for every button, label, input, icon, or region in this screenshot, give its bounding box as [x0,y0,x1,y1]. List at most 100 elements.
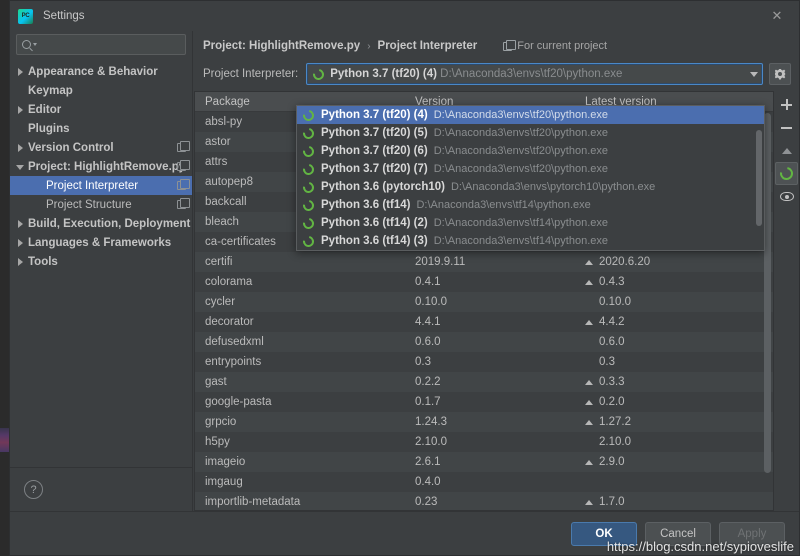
python-interpreter-icon [300,215,317,231]
breadcrumb: Project: HighlightRemove.py › Project In… [193,31,799,61]
sidebar-item-tools[interactable]: Tools [10,252,192,271]
sidebar-item-project-structure[interactable]: Project Structure [10,195,192,214]
settings-tree: Appearance & Behavior Keymap Editor Plugins… [10,61,192,467]
sidebar-item-appearance-behavior[interactable]: Appearance & Behavior [10,62,192,81]
plus-button[interactable] [775,93,798,116]
eye-button[interactable] [775,185,798,208]
close-icon[interactable]: ✕ [755,1,799,31]
python-interpreter-icon [311,66,327,82]
dropdown-option[interactable]: Python 3.6 (tf14) D:\Anaconda3\envs\tf14\… [297,196,764,214]
python-interpreter-icon [300,161,317,177]
interpreter-dropdown-list[interactable]: Python 3.7 (tf20) (4) D:\Anaconda3\envs\t… [296,105,765,251]
cell-package: entrypoints [205,356,262,368]
minus-button[interactable] [775,116,798,139]
upgrade-arrow-icon [585,499,593,505]
chevron-down-icon[interactable] [750,71,758,77]
cell-package: cycler [205,296,236,308]
cell-latest-version: 2.10.0 [575,436,773,448]
table-row[interactable]: imgaug 0.4.0 [195,472,773,492]
breadcrumb-page: Project Interpreter [377,40,478,52]
sidebar-item-build-execution-deployment[interactable]: Build, Execution, Deployment [10,214,192,233]
upgrade-arrow-icon [585,399,593,405]
chevron-right-icon[interactable] [16,143,25,152]
dropdown-option-name: Python 3.7 (tf20) (6) [321,145,428,157]
dropdown-option[interactable]: Python 3.7 (tf20) (7) D:\Anaconda3\envs\t… [297,160,764,178]
cell-package: imgaug [205,476,243,488]
python-interpreter-icon [300,125,317,141]
sidebar-item-label: Editor [28,103,62,116]
table-row[interactable]: gast 0.2.2 0.3.3 [195,372,773,392]
breadcrumb-project[interactable]: Project: HighlightRemove.py [203,40,360,52]
for-current-project-note: For current project [503,39,607,52]
chevron-right-icon[interactable] [16,257,25,266]
dialog-title: Settings [43,10,85,22]
dialog-body: Appearance & Behavior Keymap Editor Plugins… [10,31,799,511]
python-interpreter-icon [300,179,317,195]
dropdown-option[interactable]: Python 3.7 (tf20) (6) D:\Anaconda3\envs\t… [297,142,764,160]
dropdown-option-path: D:\Anaconda3\envs\pytorch10\python.exe [450,181,656,193]
cell-package: decorator [205,316,254,328]
table-row[interactable]: entrypoints 0.3 0.3 [195,352,773,372]
dropdown-scrollbar-thumb[interactable] [756,130,762,226]
dropdown-option[interactable]: Python 3.6 (pytorch10) D:\Anaconda3\envs\… [297,178,764,196]
sidebar-item-editor[interactable]: Editor [10,100,192,119]
chevron-right-icon[interactable] [16,219,25,228]
ok-button[interactable]: OK [571,521,637,546]
search-input[interactable] [37,38,183,51]
project-scope-icon [177,141,190,152]
cell-version: 1.24.3 [415,416,447,428]
table-row[interactable]: importlib-metadata 0.23 1.7.0 [195,492,773,510]
dropdown-option[interactable]: Python 3.7 (tf20) (5) D:\Anaconda3\envs\t… [297,124,764,142]
interpreter-combobox[interactable]: Python 3.7 (tf20) (4) D:\Anaconda3\envs\… [306,63,763,85]
table-row[interactable]: imageio 2.6.1 2.9.0 [195,452,773,472]
latest-version-text: 1.27.2 [599,416,631,428]
dropdown-option[interactable]: Python 3.6 (tf14) (2) D:\Anaconda3\envs\t… [297,214,764,232]
table-row[interactable]: google-pasta 0.1.7 0.2.0 [195,392,773,412]
dropdown-option-name: Python 3.6 (tf14) (2) [321,217,428,229]
cell-latest-version: 1.27.2 [575,416,773,428]
table-row[interactable]: decorator 4.4.1 4.4.2 [195,312,773,332]
cell-version: 2019.9.11 [415,256,466,268]
cell-version: 0.23 [415,496,438,508]
cell-version: 0.10.0 [415,296,447,308]
dropdown-option-path: D:\Anaconda3\envs\tf20\python.exe [433,163,609,175]
dropdown-scrollbar[interactable] [756,130,762,246]
chevron-right-icon[interactable] [16,67,25,76]
scrollbar-thumb[interactable] [764,113,771,473]
settings-sidebar: Appearance & Behavior Keymap Editor Plugins… [10,31,193,511]
sidebar-item-project-interpreter[interactable]: Project Interpreter [10,176,192,195]
interpreter-pane: Project: HighlightRemove.py › Project In… [193,31,799,511]
search-box[interactable] [16,34,186,55]
chevron-down-icon[interactable] [16,162,25,171]
interpreter-row: Project Interpreter: Python 3.7 (tf20) (… [193,61,799,87]
apply-button[interactable]: Apply [719,521,785,546]
cancel-button[interactable]: Cancel [645,521,711,546]
python-interpreter-button[interactable] [775,162,798,185]
help-button[interactable]: ? [24,480,43,499]
cell-latest-version: 1.7.0 [575,496,773,508]
sidebar-item-languages-frameworks[interactable]: Languages & Frameworks [10,233,192,252]
dropdown-option[interactable]: Python 3.6 (tf14) (3) D:\Anaconda3\envs\t… [297,232,764,250]
table-row[interactable]: grpcio 1.24.3 1.27.2 [195,412,773,432]
table-row[interactable]: cycler 0.10.0 0.10.0 [195,292,773,312]
chevron-right-icon[interactable] [16,105,25,114]
upgrade-arrow-button[interactable] [775,139,798,162]
table-row[interactable]: certifi 2019.9.11 2020.6.20 [195,252,773,272]
cell-version: 0.1.7 [415,396,441,408]
sidebar-item-plugins[interactable]: Plugins [10,119,192,138]
dialog-titlebar: Settings ✕ [10,1,799,31]
sidebar-item-keymap[interactable]: Keymap [10,81,192,100]
table-row[interactable]: h5py 2.10.0 2.10.0 [195,432,773,452]
table-row[interactable]: defusedxml 0.6.0 0.6.0 [195,332,773,352]
upgrade-arrow-icon [781,147,792,154]
packages-toolbar [774,91,799,511]
pycharm-icon [18,8,33,24]
interpreter-settings-button[interactable] [769,63,791,85]
chevron-right-icon[interactable] [16,238,25,247]
sidebar-item-version-control[interactable]: Version Control [10,138,192,157]
cell-latest-version: 2020.6.20 [575,256,773,268]
sidebar-item-project-highlightremove-py[interactable]: Project: HighlightRemove.py [10,157,192,176]
dropdown-option[interactable]: Python 3.7 (tf20) (4) D:\Anaconda3\envs\t… [297,106,764,124]
table-row[interactable]: colorama 0.4.1 0.4.3 [195,272,773,292]
